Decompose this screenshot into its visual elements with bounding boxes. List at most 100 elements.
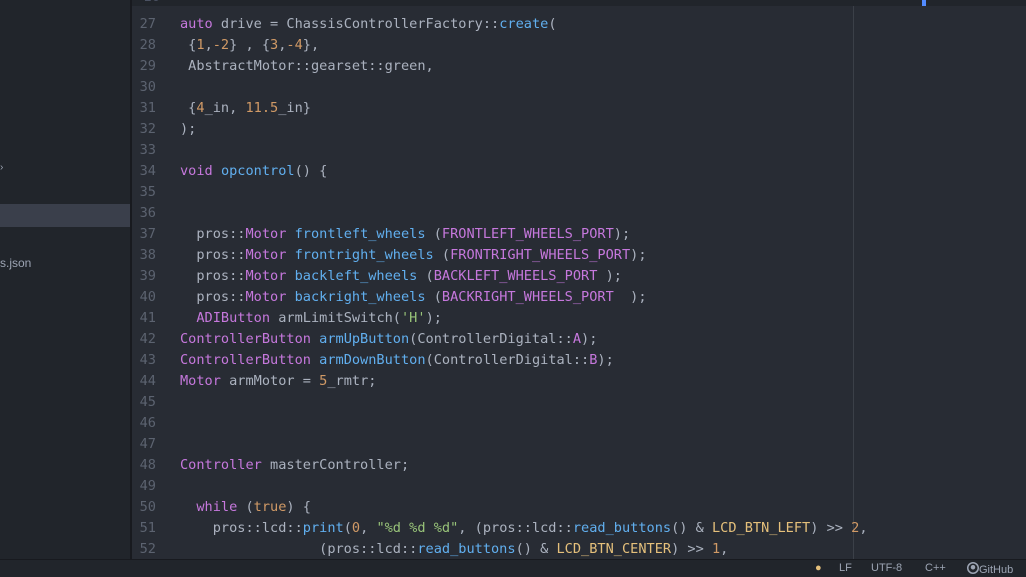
code-line[interactable]: 32); (132, 119, 1026, 140)
code-token: ) >> (671, 541, 712, 557)
code-token: }, (302, 37, 320, 53)
code-line[interactable]: 44 Motor armMotor = 5_rmtr; (132, 371, 1026, 392)
code-token: { (180, 37, 197, 53)
code-token: pros:: (180, 226, 246, 242)
code-token: 11.5 (245, 100, 279, 116)
line-number: 39 (139, 268, 156, 284)
grammar-selector[interactable]: C++ (925, 562, 946, 574)
code-line[interactable]: 48 Controller masterController; (132, 455, 1026, 476)
github-button[interactable]: GitHub (967, 562, 1013, 576)
code-token: , (360, 520, 377, 536)
code-line[interactable]: 41 ADIButton armLimitSwitch('H'); (132, 308, 1026, 329)
code-line[interactable]: 50 while (true) { (132, 497, 1026, 518)
code-line[interactable]: 47 (132, 434, 1026, 455)
tree-view-file-json[interactable]: s.json (0, 256, 31, 270)
code-token: () & (515, 541, 557, 557)
code-token: while (196, 499, 238, 515)
code-token: ); (597, 268, 622, 284)
code-editor[interactable]: 26 27 auto drive = ChassisControllerFacto… (132, 0, 1026, 559)
encoding-selector[interactable]: UTF-8 (871, 562, 902, 574)
line-ending-selector[interactable]: LF (839, 562, 852, 574)
code-line[interactable]: 34 void opcontrol() { (132, 161, 1026, 182)
code-line[interactable]: 37 pros::Motor frontleft_wheels (FRONTLE… (132, 224, 1026, 245)
code-token: ) { (286, 499, 311, 515)
code-token: Controller (180, 457, 262, 473)
code-token: ControllerButton (180, 331, 311, 347)
code-text: (pros::lcd::read_buttons() & LCD_BTN_CEN… (180, 539, 728, 559)
code-text: Motor armMotor = 5_rmtr; (180, 371, 376, 392)
code-line[interactable]: 30 (132, 77, 1026, 98)
code-line[interactable]: 35 (132, 182, 1026, 203)
code-token: , (pros::lcd:: (458, 520, 573, 536)
line-number: 33 (139, 142, 156, 158)
line-number: 48 (139, 457, 156, 473)
code-token: _in} (278, 100, 311, 116)
editor-tab-bar: 26 (132, 0, 1026, 6)
code-token: backleft_wheels (294, 268, 418, 284)
code-line[interactable]: 42 ControllerButton armUpButton(Controlle… (132, 329, 1026, 350)
folder-expand-arrow-icon[interactable]: › (0, 162, 3, 173)
code-token: auto (180, 16, 213, 32)
code-token: -2 (212, 37, 230, 53)
code-token: armMotor = (220, 373, 320, 389)
line-number: 42 (139, 331, 156, 347)
code-line[interactable]: 39 pros::Motor backleft_wheels (BACKLEFT… (132, 266, 1026, 287)
code-token: ); (425, 310, 442, 326)
code-line[interactable]: 36 (132, 203, 1026, 224)
code-token: BACKLEFT_WHEELS_PORT (433, 268, 598, 284)
code-token: masterController; (261, 457, 410, 473)
code-token: ); (597, 352, 614, 368)
line-number: 50 (139, 499, 156, 515)
tree-view-selected-item[interactable] (0, 204, 130, 227)
code-line[interactable]: 45 (132, 392, 1026, 413)
code-text: while (true) { (180, 497, 311, 518)
code-token: Motor (245, 247, 287, 263)
code-token: read_buttons (572, 520, 672, 536)
line-number: 38 (139, 247, 156, 263)
code-line[interactable]: 31 {4_in, 11.5_in} (132, 98, 1026, 119)
code-token: ControllerButton (180, 352, 311, 368)
code-line[interactable]: 27 auto drive = ChassisControllerFactory:… (132, 14, 1026, 35)
code-line[interactable]: 40 pros::Motor backright_wheels (BACKRIG… (132, 287, 1026, 308)
code-token: (ControllerDigital:: (425, 352, 590, 368)
code-token: 4 (196, 100, 205, 116)
code-token: AbstractMotor::gearset::green, (180, 58, 434, 74)
code-token: ); (581, 331, 598, 347)
code-token: pros::lcd:: (180, 520, 303, 536)
code-token: ( (343, 520, 352, 536)
code-line[interactable]: 29 AbstractMotor::gearset::green, (132, 56, 1026, 77)
code-token: create (499, 16, 549, 32)
code-token: pros:: (180, 268, 246, 284)
code-line[interactable]: 43 ControllerButton armDownButton(Control… (132, 350, 1026, 371)
code-text: pros::Motor backright_wheels (BACKRIGHT_… (180, 287, 646, 308)
code-text: void opcontrol() { (180, 161, 327, 182)
code-line[interactable]: 28 {1,-2} , {3,-4}, (132, 35, 1026, 56)
code-token: drive = ChassisControllerFactory:: (212, 16, 500, 32)
code-line[interactable]: 51 pros::lcd::print(0, "%d %d %d", (pros… (132, 518, 1026, 539)
code-text: ); (180, 119, 196, 140)
code-token: -4 (286, 37, 303, 53)
code-token: () & (671, 520, 712, 536)
code-line[interactable]: 46 (132, 413, 1026, 434)
code-line[interactable]: 52 (pros::lcd::read_buttons() & LCD_BTN_… (132, 539, 1026, 559)
code-token: ADIButton (196, 310, 271, 326)
scroll-indicator (922, 0, 926, 6)
line-number: 29 (139, 58, 156, 74)
github-icon (967, 562, 979, 574)
line-number: 46 (139, 415, 156, 431)
code-token: 1 (196, 37, 205, 53)
code-line[interactable]: 38 pros::Motor frontright_wheels (FRONTR… (132, 245, 1026, 266)
line-number: 40 (139, 289, 156, 305)
code-token: pros:: (180, 289, 246, 305)
code-token: () { (294, 163, 328, 179)
code-line[interactable]: 49 (132, 476, 1026, 497)
code-text: ControllerButton armUpButton(ControllerD… (180, 329, 597, 350)
code-token: read_buttons (417, 541, 516, 557)
code-token: 3 (270, 37, 279, 53)
code-line[interactable]: 33 (132, 140, 1026, 161)
partial-line-number: 26 (144, 0, 160, 5)
